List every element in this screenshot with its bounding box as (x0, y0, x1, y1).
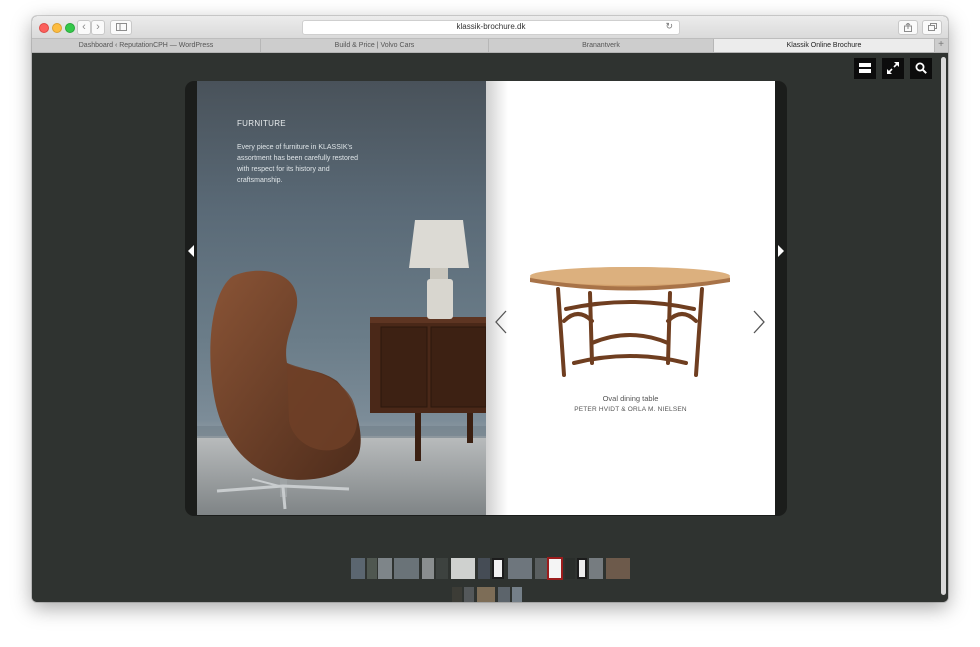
product-designer: PETER HVIDT & ORLA M. NIELSEN (574, 406, 687, 413)
browser-window: ‹ › klassik-brochure.dk ↻ Dashboard ‹ Re… (32, 16, 948, 602)
search-button[interactable] (910, 58, 932, 79)
page-scrollbar[interactable] (941, 57, 946, 595)
new-tab-button[interactable]: + (934, 39, 948, 52)
address-bar[interactable]: klassik-brochure.dk ↻ (302, 20, 680, 35)
thumbnail[interactable] (606, 558, 630, 579)
brochure-viewer: FURNITURE Every piece of furniture in KL… (32, 53, 948, 602)
sidebar-icon (115, 23, 127, 31)
thumbnail-selected[interactable] (547, 557, 563, 580)
page-body-text: Every piece of furniture in KLASSIK's as… (237, 144, 359, 184)
thumbnail[interactable] (452, 587, 462, 602)
thumbnail[interactable] (478, 558, 490, 579)
zoom-window-button[interactable] (65, 23, 75, 33)
tab-klassik-brochure[interactable]: Klassik Online Brochure (714, 39, 935, 52)
toc-icon (859, 63, 871, 73)
next-item-button[interactable] (752, 309, 766, 340)
thumbnail[interactable] (477, 587, 495, 602)
page-heading: FURNITURE (237, 119, 286, 128)
thumbnail[interactable] (351, 558, 365, 579)
oval-dining-table-image (530, 267, 730, 377)
thumbnail[interactable] (436, 558, 448, 579)
tab-branantverk[interactable]: Branantverk (489, 39, 714, 52)
tab-volvo[interactable]: Build & Price | Volvo Cars (261, 39, 489, 52)
thumbnail[interactable] (512, 587, 522, 602)
product-name: Oval dining table (602, 394, 659, 403)
right-page: Oval dining table PETER HVIDT & ORLA M. … (486, 81, 775, 515)
thumbnail[interactable] (451, 558, 475, 579)
thumbnail[interactable] (492, 558, 504, 579)
triangle-right-icon (778, 245, 784, 257)
toc-button[interactable] (854, 58, 876, 79)
tab-wordpress[interactable]: Dashboard ‹ ReputationCPH — WordPress (32, 39, 261, 52)
next-page-button[interactable] (776, 243, 786, 259)
triangle-left-icon (188, 245, 194, 257)
thumbnail[interactable] (508, 558, 532, 579)
thumbnail[interactable] (422, 558, 434, 579)
share-icon (904, 22, 912, 32)
thumbnail[interactable] (394, 558, 419, 579)
previous-item-button[interactable] (494, 309, 508, 340)
thumbnail[interactable] (565, 558, 575, 579)
tab-bar: Dashboard ‹ ReputationCPH — WordPress Bu… (32, 39, 948, 53)
thumbnail[interactable] (378, 558, 392, 579)
thumbnail[interactable] (464, 587, 474, 602)
thumbnail[interactable] (589, 558, 603, 579)
thumbnail[interactable] (535, 558, 547, 579)
fullscreen-button[interactable] (882, 58, 904, 79)
sidebar-toggle-button[interactable] (110, 20, 132, 35)
left-page: FURNITURE Every piece of furniture in KL… (197, 81, 486, 515)
chevron-left-icon: ‹ (82, 21, 86, 33)
thumbnail[interactable] (367, 558, 377, 579)
chevron-left-icon (495, 310, 507, 334)
close-window-button[interactable] (39, 23, 49, 33)
fullscreen-icon (886, 61, 900, 75)
reload-icon[interactable]: ↻ (665, 21, 673, 32)
tab-overview-button[interactable] (922, 20, 942, 35)
previous-page-button[interactable] (186, 243, 196, 259)
chevron-right-icon (753, 310, 765, 334)
back-button[interactable]: ‹ (77, 20, 91, 35)
chevron-right-icon: › (96, 21, 100, 33)
minimize-window-button[interactable] (52, 23, 62, 33)
forward-button[interactable]: › (91, 20, 105, 35)
thumbnail[interactable] (577, 558, 587, 579)
url-text: klassik-brochure.dk (456, 22, 526, 31)
share-button[interactable] (898, 20, 918, 35)
tabs-icon (927, 23, 937, 31)
title-bar: ‹ › klassik-brochure.dk ↻ (32, 16, 948, 39)
thumbnail[interactable] (498, 587, 510, 602)
search-icon (915, 62, 927, 74)
